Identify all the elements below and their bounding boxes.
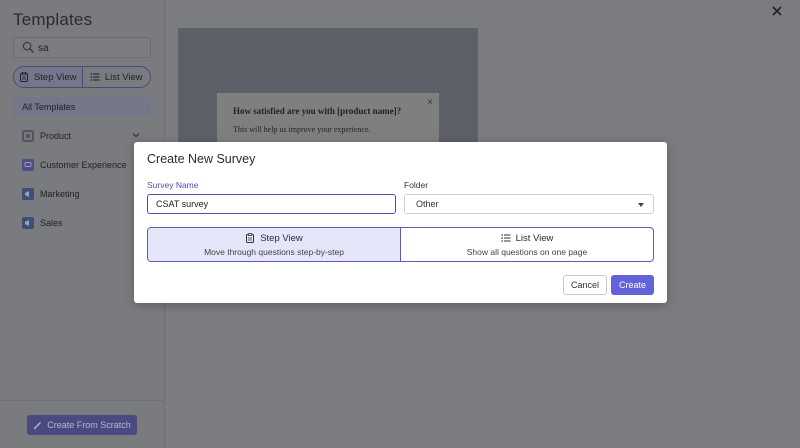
step-view-description: Move through questions step-by-step (204, 246, 344, 257)
sidebar-list-view-label: List View (104, 71, 143, 83)
category-product[interactable]: Product (22, 128, 144, 144)
category-label: Customer Experience (40, 160, 127, 170)
folder-select[interactable]: Other (404, 194, 654, 214)
survey-name-input[interactable] (147, 194, 396, 214)
list-icon (90, 73, 100, 81)
megaphone-icon (22, 188, 34, 200)
template-search[interactable] (13, 37, 151, 58)
pencil-icon (34, 421, 42, 429)
preview-question: How satisfied are you with [product name… (233, 106, 402, 116)
create-button[interactable]: Create (611, 275, 654, 295)
sidebar-title: Templates (13, 10, 93, 29)
category-sales[interactable]: Sales (22, 215, 144, 231)
clipboard-icon (19, 72, 28, 82)
category-marketing[interactable]: Marketing (22, 186, 144, 202)
category-label: Sales (40, 218, 63, 228)
step-view-option[interactable]: Step View Move through questions step-by… (148, 228, 401, 261)
sidebar-list-view-option[interactable]: List View (83, 67, 151, 87)
cancel-button[interactable]: Cancel (563, 275, 607, 295)
clipboard-icon (246, 233, 255, 243)
box-icon (22, 130, 34, 142)
preview-subtext: This will help us improve your experienc… (233, 125, 371, 134)
list-view-description: Show all questions on one page (466, 246, 588, 257)
category-customer-experience[interactable]: Customer Experience (22, 157, 144, 173)
category-label: Marketing (40, 189, 80, 199)
folder-selected-value: Other (416, 199, 439, 209)
sidebar-footer: Create From Scratch (0, 400, 165, 448)
create-from-scratch-label: Create From Scratch (47, 420, 131, 430)
all-templates-item[interactable]: All Templates (13, 97, 151, 117)
survey-name-label: Survey Name (147, 180, 199, 190)
create-from-scratch-button[interactable]: Create From Scratch (27, 415, 137, 435)
preview-close-icon: × (427, 97, 433, 108)
template-search-input[interactable] (38, 40, 146, 56)
step-view-label: Step View (260, 232, 303, 244)
dialog-title: Create New Survey (147, 152, 256, 166)
create-survey-dialog: Create New Survey Survey Name Folder Oth… (134, 142, 667, 303)
chat-icon (22, 159, 34, 171)
folder-label: Folder (404, 180, 429, 190)
search-icon (22, 41, 35, 54)
survey-view-selector: Step View Move through questions step-by… (147, 227, 654, 262)
close-icon[interactable] (771, 5, 783, 17)
category-label: Product (40, 131, 72, 141)
sidebar-step-view-label: Step View (33, 71, 77, 83)
sidebar-step-view-option[interactable]: Step View (14, 67, 83, 87)
caret-down-icon (638, 203, 644, 207)
list-view-option[interactable]: List View Show all questions on one page (401, 228, 653, 261)
sidebar-view-toggle: Step View List View (13, 66, 151, 88)
list-view-label: List View (515, 232, 554, 244)
list-icon (500, 234, 511, 242)
chevron-down-icon[interactable] (132, 131, 140, 139)
megaphone-icon (22, 217, 34, 229)
